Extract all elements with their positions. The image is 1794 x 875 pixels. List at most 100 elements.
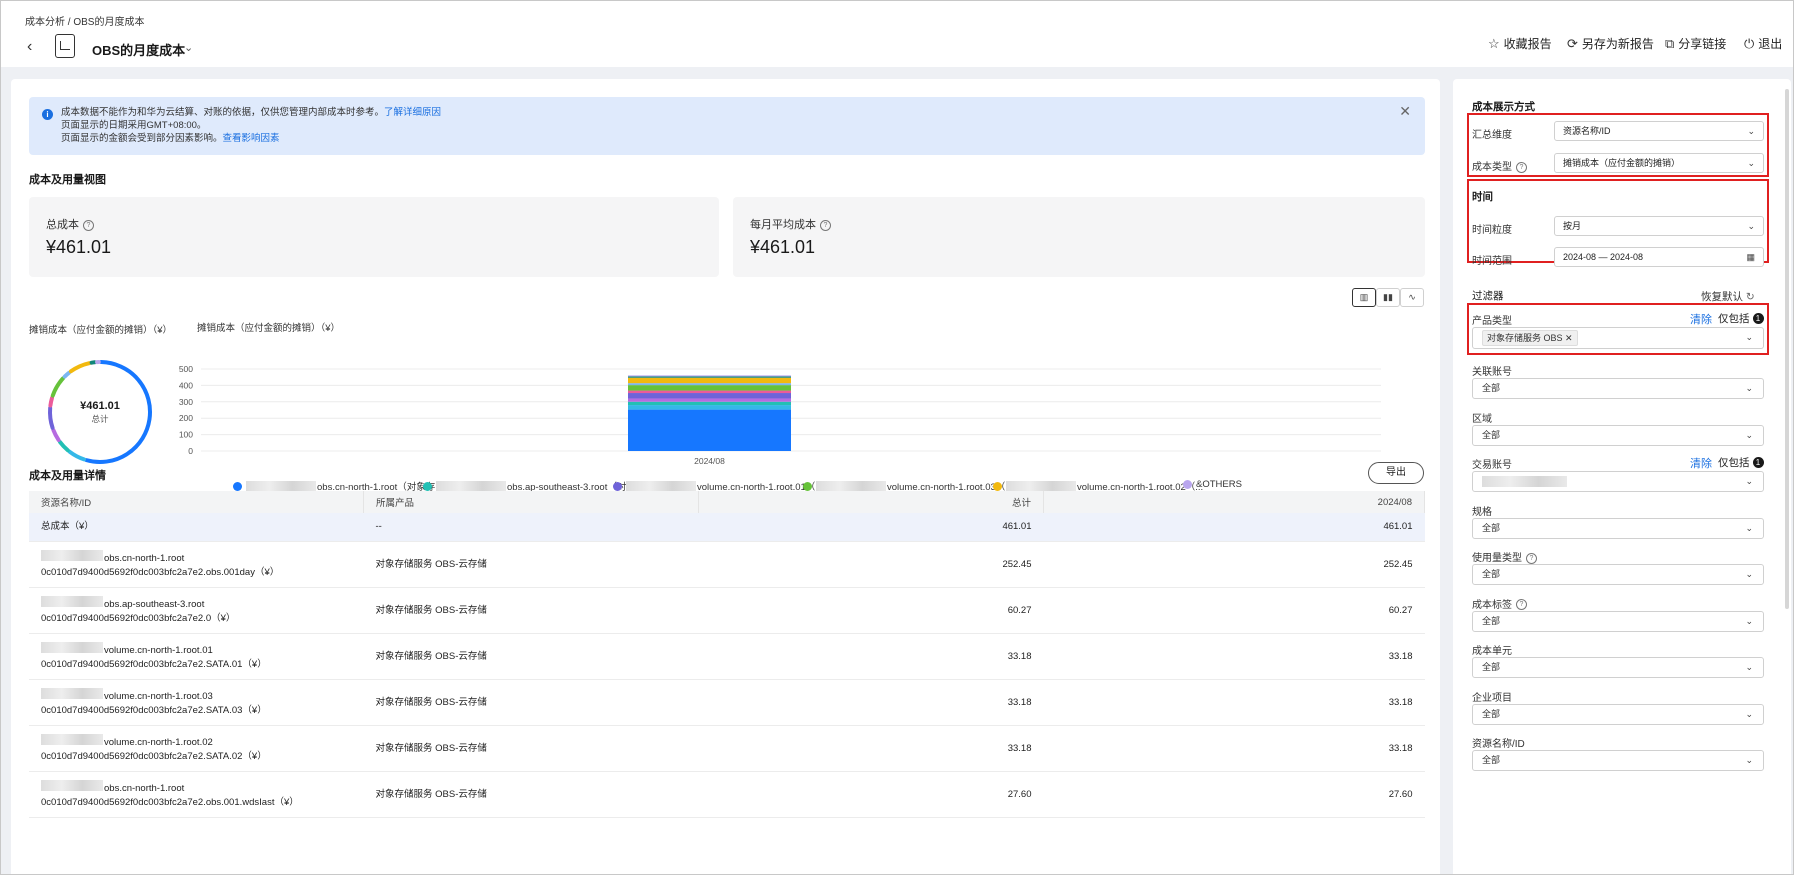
filter-select[interactable]: 全部 ⌄: [1472, 610, 1764, 632]
total-cell: 27.60: [698, 771, 1044, 818]
y-tick-label: 300: [179, 397, 193, 407]
group-select[interactable]: 资源名称/ID ⌄: [1554, 121, 1764, 141]
granularity-select[interactable]: 按月 ⌄: [1554, 216, 1764, 236]
bar-chart-title: 摊销成本（应付金额的摊销）（¥）: [197, 323, 341, 334]
filter-label-text: 区域: [1472, 413, 1492, 425]
total-cell: 60.27: [698, 587, 1044, 634]
x-tick-label: 2024/08: [694, 456, 725, 466]
bar-segment[interactable]: [628, 405, 791, 410]
donut-segment[interactable]: [67, 449, 87, 462]
total-cost-value: ¥461.01: [46, 237, 112, 257]
product-cell: 对象存储服务 OBS-云存储: [363, 725, 699, 772]
filter-select[interactable]: 全部 ⌄: [1472, 703, 1764, 725]
bar-segment[interactable]: [628, 398, 791, 402]
save-as-button[interactable]: ⟳ 另存为新报告: [1567, 35, 1654, 52]
bar-segment[interactable]: [628, 409, 791, 451]
favorite-button[interactable]: ☆ 收藏报告: [1488, 35, 1552, 52]
cost-type-select[interactable]: 摊销成本（应付金额的摊销） ⌄: [1554, 153, 1764, 173]
resource-id: 0c010d7d9400d5692f0dc003bfc2a7e2.SATA.02…: [41, 750, 267, 762]
calendar-icon: ▦: [1746, 252, 1755, 262]
filter-select[interactable]: 全部 ⌄: [1472, 424, 1764, 446]
bar-segment[interactable]: [628, 390, 791, 394]
group-label: 汇总维度: [1472, 130, 1512, 141]
y-tick-label: 0: [188, 446, 193, 456]
filter-label-text: 关联账号: [1472, 367, 1512, 378]
clear-product-link[interactable]: 清除: [1690, 311, 1712, 327]
help-icon[interactable]: ?: [1516, 161, 1527, 173]
total-cost-label: 总成本: [46, 219, 79, 231]
share-button[interactable]: ⧉ 分享链接: [1665, 35, 1726, 52]
legend-item[interactable]: &OTHERS: [1183, 479, 1242, 490]
line-view-icon[interactable]: ∿: [1400, 288, 1424, 307]
resource-name: volume.cn-north-1.root.01: [104, 644, 213, 656]
resource-name: volume.cn-north-1.root.03: [104, 690, 213, 702]
cost-type-value: 摊销成本（应付金额的摊销）: [1563, 158, 1681, 168]
bar-segment[interactable]: [628, 393, 791, 399]
chevron-down-icon[interactable]: ⌄: [184, 41, 193, 54]
filter-value: 全部: [1482, 569, 1501, 579]
donut-segment[interactable]: [48, 395, 55, 408]
help-icon[interactable]: ?: [820, 219, 831, 231]
back-arrow-icon[interactable]: ‹: [27, 38, 32, 56]
resource-id: 0c010d7d9400d5692f0dc003bfc2a7e2.obs.001…: [41, 566, 280, 578]
notice-line-1: 成本数据不能作为和华为云结算、对账的依据，仅供您管理内部成本时参考。: [61, 107, 385, 118]
month-cell: 252.45: [1043, 541, 1425, 588]
column-header[interactable]: 2024/08: [1043, 491, 1425, 513]
filter-select[interactable]: 全部 ⌄: [1472, 517, 1764, 539]
donut-segment[interactable]: [48, 405, 55, 430]
bar-segment[interactable]: [628, 383, 791, 386]
bar-segment[interactable]: [628, 401, 791, 406]
filter-select[interactable]: 全部 ⌄: [1472, 564, 1764, 585]
table-cell: 461.01: [1043, 513, 1425, 542]
filter-select[interactable]: 全部 ⌄: [1472, 750, 1764, 771]
donut-segment[interactable]: [58, 440, 70, 453]
reset-button[interactable]: 恢复默认 ↻: [1701, 289, 1755, 304]
save-as-label: 另存为新报告: [1581, 37, 1654, 51]
stacked-bar-view-icon[interactable]: ▥: [1352, 288, 1376, 307]
month-cell: 27.60: [1043, 771, 1425, 818]
help-icon[interactable]: ?: [1516, 599, 1527, 611]
filter-select[interactable]: 全部 ⌄: [1472, 378, 1764, 399]
count-badge: 1: [1752, 457, 1764, 468]
filter-label-text: 交易账号: [1472, 460, 1512, 471]
exit-label: 退出: [1758, 37, 1783, 51]
total-cell: 33.18: [698, 725, 1044, 772]
only-include-toggle[interactable]: 仅包括 1: [1718, 311, 1764, 326]
favorite-label: 收藏报告: [1503, 37, 1552, 51]
total-row: 总成本（¥） -- 461.01 461.01: [29, 513, 1425, 542]
bar-view-icon[interactable]: ▮▮: [1376, 288, 1400, 307]
redacted-block: [41, 595, 103, 607]
table-row: volume.cn-north-1.root.01 0c010d7d9400d56…: [29, 633, 1425, 680]
chevron-down-icon: ⌄: [1745, 476, 1753, 486]
bar-segment[interactable]: [628, 385, 791, 391]
column-header[interactable]: 所属产品: [363, 491, 699, 513]
exit-button[interactable]: ⏻ 退出: [1744, 35, 1782, 52]
donut-segment[interactable]: [84, 360, 152, 464]
bar-segment[interactable]: [628, 375, 791, 377]
reason-link[interactable]: 了解详细原因: [384, 107, 441, 118]
resource-id: 0c010d7d9400d5692f0dc003bfc2a7e2.SATA.01…: [41, 658, 267, 670]
export-button[interactable]: 导出: [1368, 462, 1424, 484]
donut-segment[interactable]: [62, 370, 71, 379]
filter-select[interactable]: 全部 ⌄: [1472, 657, 1764, 678]
scrollbar[interactable]: [1785, 89, 1789, 609]
range-picker[interactable]: 2024-08 — 2024-08 ▦: [1554, 247, 1764, 267]
donut-segment[interactable]: [68, 361, 92, 374]
factors-link[interactable]: 查看影响因素: [223, 133, 280, 144]
bar-segment[interactable]: [628, 376, 791, 378]
overview-section-title: 成本及用量视图: [29, 174, 106, 186]
donut-segment[interactable]: [50, 376, 65, 398]
help-icon[interactable]: ?: [1526, 552, 1537, 564]
only-include-toggle[interactable]: 仅包括 1: [1718, 455, 1764, 470]
product-type-select[interactable]: 对象存储服务 OBS ✕ ⌄: [1472, 327, 1764, 349]
close-icon[interactable]: ✕: [1399, 104, 1411, 118]
donut-segment[interactable]: [51, 428, 61, 442]
column-header[interactable]: 资源名称/ID: [29, 491, 364, 513]
help-icon[interactable]: ?: [83, 219, 94, 231]
clear-account-link[interactable]: 清除: [1690, 455, 1712, 471]
bar-segment[interactable]: [628, 377, 791, 384]
tag-close-icon[interactable]: ✕: [1565, 333, 1573, 343]
filter-select[interactable]: ⌄: [1472, 471, 1764, 492]
filter-label-text: 使用量类型: [1472, 553, 1522, 564]
column-header[interactable]: 总计: [698, 491, 1044, 513]
